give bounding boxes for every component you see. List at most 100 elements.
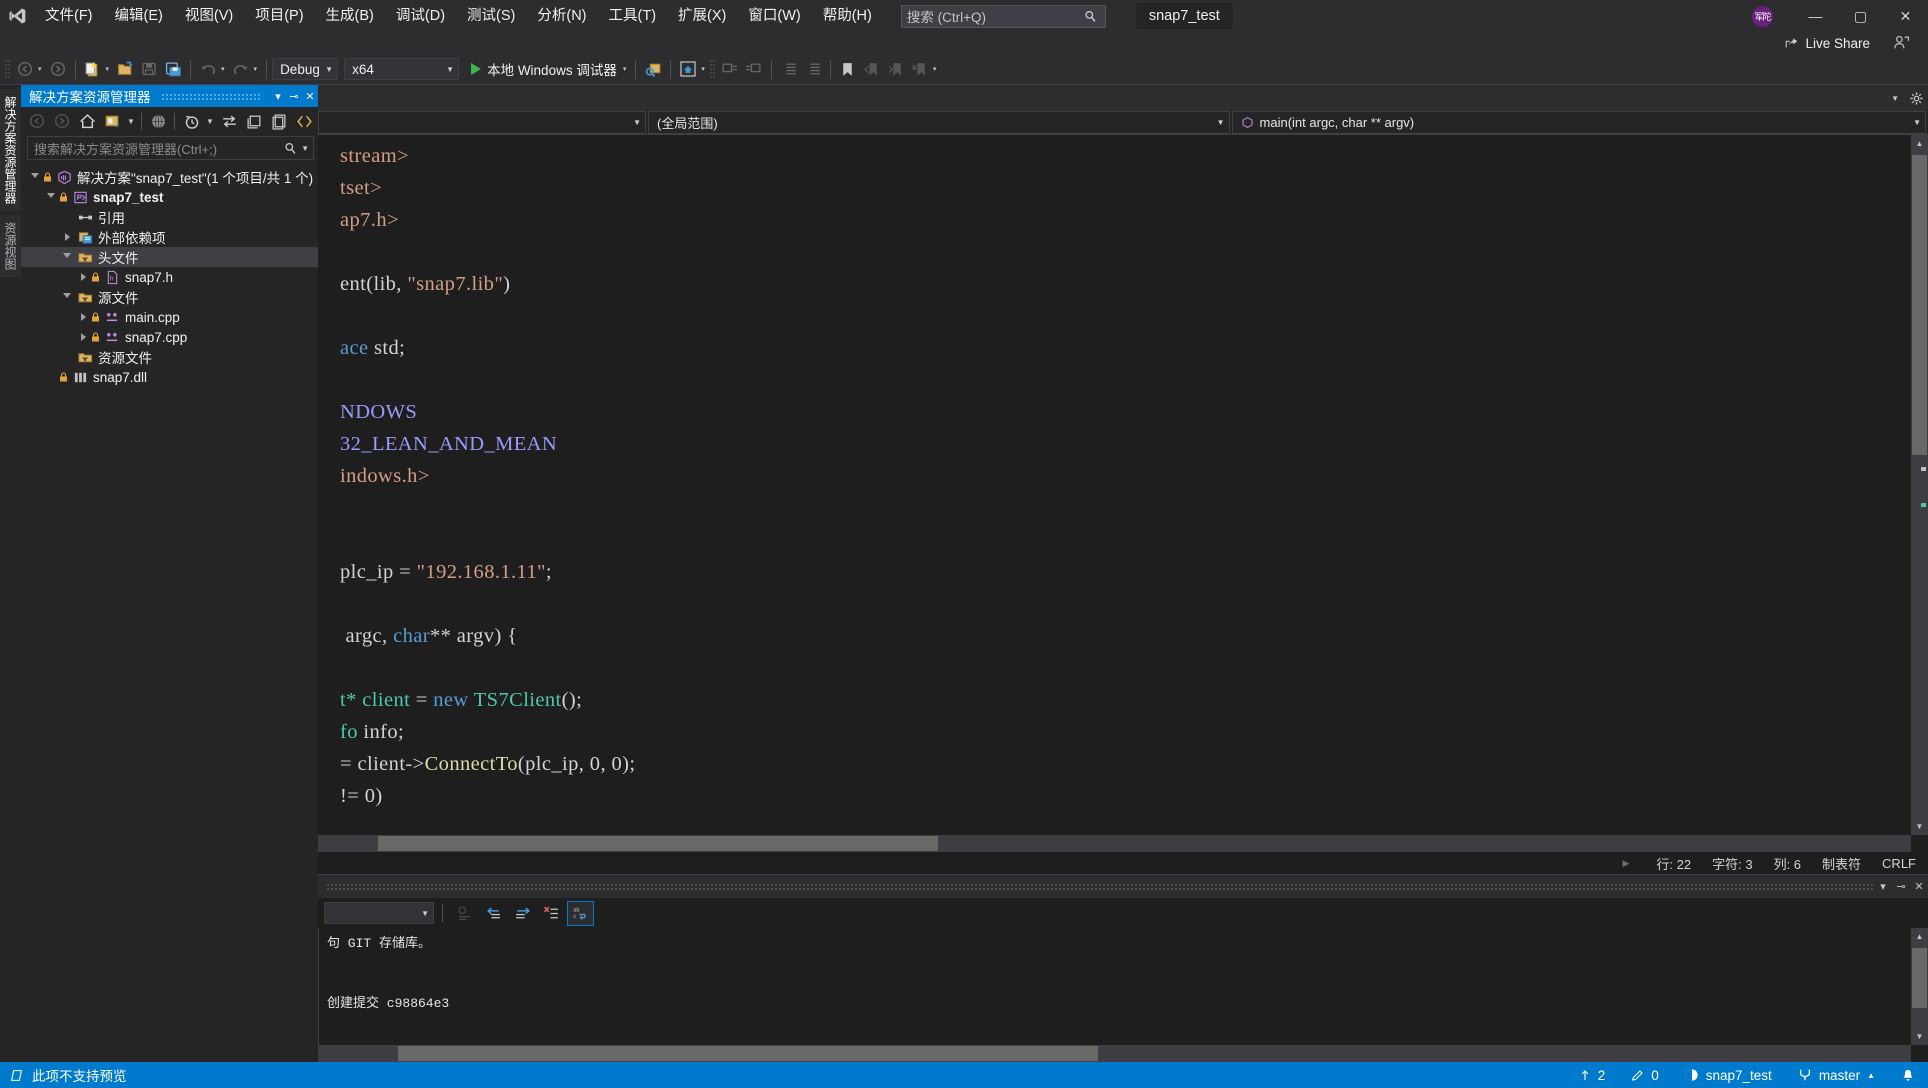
navigate-backward-button[interactable] bbox=[13, 57, 37, 81]
start-debugging-dropdown-icon[interactable]: ▾ bbox=[622, 65, 631, 73]
menu-build[interactable]: 生成(B) bbox=[315, 1, 385, 31]
open-file-button[interactable] bbox=[113, 57, 137, 81]
pin-icon[interactable]: ⊸ bbox=[1892, 880, 1910, 893]
switch-views-dropdown-icon[interactable]: ▼ bbox=[125, 110, 137, 133]
uncomment-selection-button[interactable] bbox=[742, 57, 766, 81]
avatar[interactable]: 军陀 bbox=[1752, 5, 1773, 27]
glyph-margin[interactable] bbox=[318, 135, 336, 835]
live-share-button[interactable]: Live Share bbox=[1784, 32, 1870, 54]
status-expand-icon[interactable]: ▶ bbox=[1622, 858, 1629, 869]
pending-changes-button[interactable] bbox=[179, 110, 203, 133]
tree-item-[interactable]: 资源文件 bbox=[21, 347, 318, 367]
tab-list-chevron-icon[interactable]: ▼ bbox=[1891, 94, 1899, 103]
home-button[interactable] bbox=[75, 110, 99, 133]
twisty-collapsed[interactable] bbox=[75, 333, 91, 341]
next-bookmark-button[interactable] bbox=[884, 57, 908, 81]
minimize-button[interactable]: — bbox=[1793, 0, 1838, 32]
twisty-expanded[interactable] bbox=[59, 292, 75, 302]
solution-platform-combo[interactable]: x64 ▼ bbox=[344, 58, 460, 80]
find-message-button[interactable] bbox=[451, 901, 478, 926]
toggle-bookmark-button[interactable] bbox=[836, 57, 860, 81]
toolbar-overflow-icon[interactable]: ▾ bbox=[932, 65, 941, 73]
toggle-word-wrap-button[interactable]: ab c bbox=[567, 900, 594, 926]
editor-vertical-scrollbar[interactable]: ▲ ▼ bbox=[1911, 135, 1928, 835]
vtab-resource-view[interactable]: 资源视图 bbox=[0, 215, 22, 277]
close-button[interactable]: ✕ bbox=[1883, 0, 1928, 32]
chevron-down-icon[interactable]: ▾ bbox=[270, 90, 286, 103]
output-text[interactable]: 句 GIT 存储库。 创建提交 c98864e3 bbox=[318, 928, 1911, 1045]
vertical-scroll-thumb[interactable] bbox=[1912, 155, 1927, 455]
live-share-session-icon[interactable] bbox=[1893, 34, 1910, 51]
twisty-collapsed[interactable] bbox=[75, 273, 91, 281]
close-icon[interactable]: ✕ bbox=[1910, 880, 1928, 893]
nav-member-combo[interactable]: main(int argc, char ** argv) ▼ bbox=[1231, 111, 1927, 134]
menu-help[interactable]: 帮助(H) bbox=[812, 1, 883, 31]
output-source-combo[interactable]: ▼ bbox=[324, 902, 434, 924]
menu-debug[interactable]: 调试(D) bbox=[385, 1, 456, 31]
menu-project[interactable]: 项目(P) bbox=[244, 1, 314, 31]
switch-views-button[interactable] bbox=[100, 110, 124, 133]
toolbar-grip[interactable] bbox=[4, 58, 13, 80]
output-vertical-scrollbar[interactable]: ▲ ▼ bbox=[1911, 928, 1928, 1045]
search-options-chevron-icon[interactable]: ▼ bbox=[297, 144, 309, 153]
pending-changes-dropdown-icon[interactable]: ▼ bbox=[204, 110, 216, 133]
save-button[interactable] bbox=[137, 57, 161, 81]
menu-view[interactable]: 视图(V) bbox=[174, 1, 244, 31]
menu-file[interactable]: 文件(F) bbox=[34, 1, 104, 31]
save-all-button[interactable] bbox=[161, 57, 185, 81]
solution-explorer-search-input[interactable]: 搜索解决方案资源管理器(Ctrl+;) ▼ bbox=[27, 136, 314, 160]
navigate-forward-button[interactable] bbox=[46, 57, 70, 81]
undo-dropdown-icon[interactable]: ▾ bbox=[220, 65, 229, 73]
properties-button[interactable] bbox=[267, 110, 291, 133]
scroll-down-arrow-icon[interactable]: ▼ bbox=[1911, 1028, 1928, 1045]
tree-item-[interactable]: 源文件 bbox=[21, 287, 318, 307]
output-drag-dots[interactable] bbox=[326, 883, 1874, 890]
menu-extensions[interactable]: 扩展(X) bbox=[667, 1, 737, 31]
search-icon[interactable] bbox=[284, 142, 297, 155]
twisty-collapsed[interactable] bbox=[75, 313, 91, 321]
code-text[interactable]: stream> tset> ap7.h> ent(lib, "snap7.lib")… bbox=[340, 135, 1911, 835]
scroll-up-arrow-icon[interactable]: ▲ bbox=[1911, 928, 1928, 945]
scroll-up-arrow-icon[interactable]: ▲ bbox=[1911, 135, 1928, 152]
tree-item-main.cpp[interactable]: main.cpp bbox=[21, 307, 318, 327]
unsaved-changes-indicator[interactable]: 0 bbox=[1618, 1062, 1672, 1088]
comment-selection-button[interactable] bbox=[718, 57, 742, 81]
tree-item-[interactable]: 外部依赖项 bbox=[21, 227, 318, 247]
maximize-button[interactable]: ▢ bbox=[1838, 0, 1883, 32]
menu-analyze[interactable]: 分析(N) bbox=[526, 1, 597, 31]
pin-icon[interactable]: ⊸ bbox=[286, 90, 302, 103]
live-preview-dropdown-icon[interactable]: ▾ bbox=[700, 65, 709, 73]
vtab-solution-explorer[interactable]: 解决方案资源管理器 bbox=[0, 89, 22, 211]
view-code-button[interactable] bbox=[292, 110, 316, 133]
go-to-next-message-button[interactable] bbox=[509, 901, 536, 926]
scroll-down-arrow-icon[interactable]: ▼ bbox=[1911, 818, 1928, 835]
toolbar-grip[interactable] bbox=[709, 58, 718, 80]
menu-edit[interactable]: 编辑(E) bbox=[104, 1, 174, 31]
live-preview-button[interactable] bbox=[676, 57, 700, 81]
twisty-expanded[interactable] bbox=[27, 172, 43, 182]
editor-horizontal-scrollbar[interactable] bbox=[318, 835, 1911, 852]
horizontal-scroll-thumb[interactable] bbox=[378, 836, 938, 851]
twisty-expanded[interactable] bbox=[59, 252, 75, 262]
go-to-previous-message-button[interactable] bbox=[480, 901, 507, 926]
undo-button[interactable] bbox=[196, 57, 220, 81]
branch-indicator[interactable]: master ▲ bbox=[1785, 1062, 1888, 1088]
clear-all-button[interactable] bbox=[538, 901, 565, 926]
tree-item-snap7.h[interactable]: h snap7.h bbox=[21, 267, 318, 287]
twisty-expanded[interactable] bbox=[43, 192, 59, 202]
output-horizontal-scrollbar[interactable] bbox=[318, 1045, 1911, 1062]
increase-indent-button[interactable] bbox=[801, 57, 825, 81]
new-project-button[interactable] bbox=[81, 57, 105, 81]
notifications-button[interactable] bbox=[1888, 1062, 1928, 1088]
back-button[interactable] bbox=[25, 110, 49, 133]
repository-indicator[interactable]: snap7_test bbox=[1672, 1062, 1785, 1088]
menu-tools[interactable]: 工具(T) bbox=[598, 1, 668, 31]
decrease-indent-button[interactable] bbox=[777, 57, 801, 81]
sync-button[interactable] bbox=[217, 110, 241, 133]
nav-project-combo[interactable]: ▼ bbox=[318, 111, 646, 134]
new-project-dropdown-icon[interactable]: ▾ bbox=[105, 65, 114, 73]
close-icon[interactable]: ✕ bbox=[302, 90, 318, 103]
twisty-collapsed[interactable] bbox=[59, 233, 75, 241]
collapse-all-button[interactable] bbox=[242, 110, 266, 133]
code-editor[interactable]: stream> tset> ap7.h> ent(lib, "snap7.lib")… bbox=[318, 135, 1928, 835]
